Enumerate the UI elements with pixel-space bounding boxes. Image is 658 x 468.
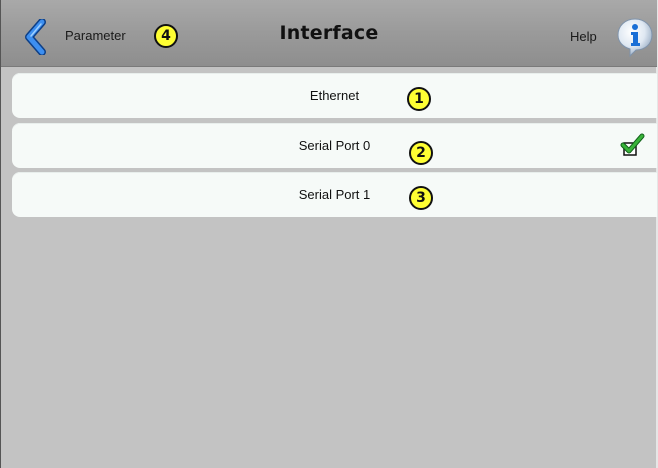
interface-screen: Parameter Interface Help Ethernet Serial…: [0, 0, 658, 468]
help-button-label: Help: [570, 29, 597, 44]
list-item-label: Ethernet: [309, 88, 360, 103]
list-item-ethernet[interactable]: Ethernet: [12, 73, 657, 118]
callout-marker-2: 2: [409, 141, 433, 165]
list-item-label: Serial Port 0: [298, 138, 371, 153]
callout-marker-3: 3: [409, 186, 433, 210]
checkmark-icon: [620, 133, 645, 156]
header-bar: Parameter Interface Help: [1, 0, 657, 67]
help-button[interactable]: Help: [568, 17, 656, 57]
list-item-serial-port-0[interactable]: Serial Port 0: [12, 123, 657, 168]
page-title: Interface: [279, 22, 379, 44]
callout-marker-4: 4: [154, 24, 178, 48]
info-icon: [617, 18, 653, 57]
list-item-label: Serial Port 1: [298, 187, 371, 202]
list-item-serial-port-1[interactable]: Serial Port 1: [12, 172, 657, 217]
callout-marker-1: 1: [407, 87, 431, 111]
